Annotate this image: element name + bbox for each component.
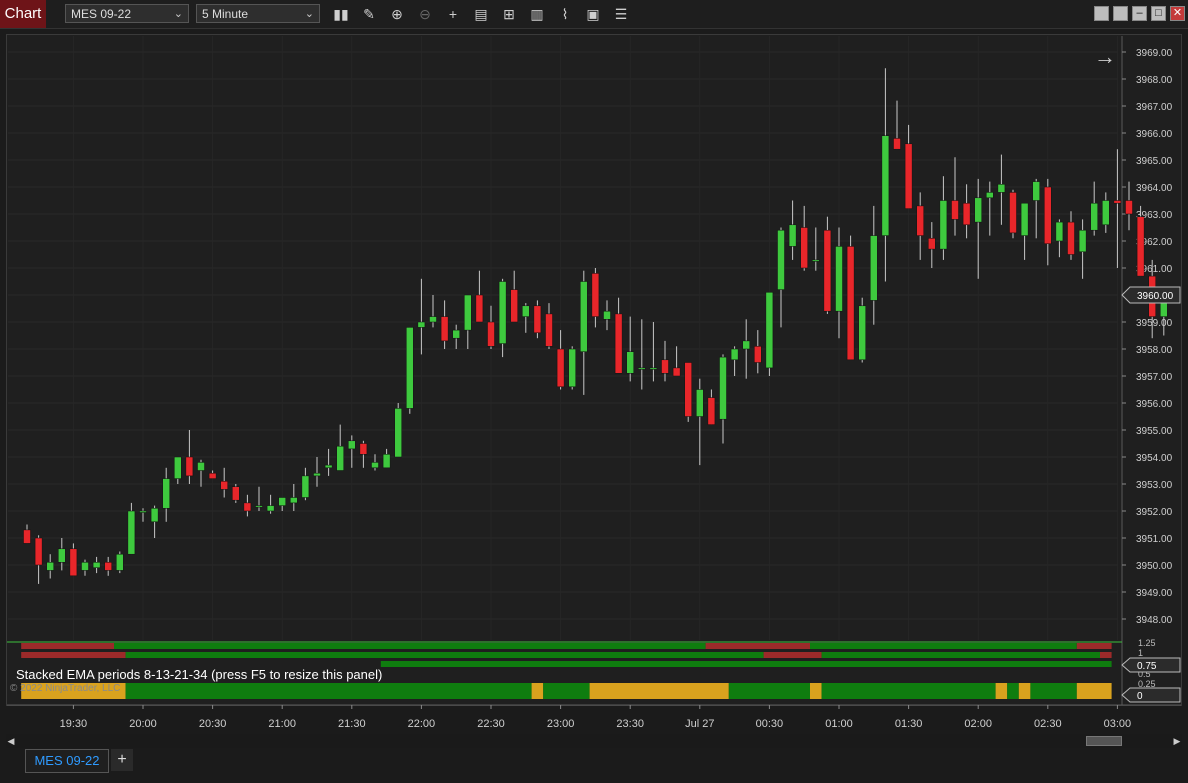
chart-panel[interactable] — [6, 34, 1182, 706]
restore-icon[interactable] — [1094, 6, 1109, 21]
list-icon[interactable]: ☰ — [612, 5, 630, 23]
indicator-title: Stacked EMA periods 8-13-21-34 (press F5… — [16, 667, 383, 682]
bars-type-icon[interactable]: ▮▮ — [332, 5, 350, 23]
crosshair-icon[interactable]: + — [444, 5, 462, 23]
time-tick-label: 21:00 — [268, 718, 296, 730]
arrow-right-icon[interactable]: → — [1094, 44, 1116, 70]
strategies-icon[interactable]: ▥ — [528, 5, 546, 23]
close-icon[interactable]: ✕ — [1170, 6, 1185, 21]
chevron-down-icon: ⌄ — [304, 8, 314, 20]
time-tick-label: 19:30 — [60, 718, 88, 730]
indicators-icon[interactable]: ⌇ — [556, 5, 574, 23]
time-tick-label: 01:00 — [825, 718, 853, 730]
instrument-dropdown[interactable]: MES 09-22 ⌄ — [65, 4, 189, 23]
time-tick-label: Jul 27 — [685, 718, 714, 730]
properties-icon[interactable]: ▣ — [584, 5, 602, 23]
chevron-down-icon: ⌄ — [173, 8, 183, 20]
time-tick-label: 03:00 — [1104, 718, 1132, 730]
scroll-right-icon[interactable]: ▶ — [1172, 734, 1182, 748]
scrollbar-thumb[interactable] — [1086, 736, 1122, 746]
time-tick-label: 20:30 — [199, 718, 227, 730]
time-tick-label: 20:00 — [129, 718, 157, 730]
instrument-value: MES 09-22 — [71, 7, 132, 21]
app-title: Chart — [0, 0, 46, 28]
interval-value: 5 Minute — [202, 7, 249, 21]
time-tick-label: 02:00 — [964, 718, 992, 730]
interval-dropdown[interactable]: 5 Minute ⌄ — [196, 4, 320, 23]
tab-bar — [0, 748, 1188, 783]
maximize-icon[interactable]: □ — [1151, 6, 1166, 21]
data-box-icon[interactable]: ▤ — [472, 5, 490, 23]
time-tick-label: 02:30 — [1034, 718, 1062, 730]
time-tick-label: 23:00 — [547, 718, 575, 730]
time-tick-label: 00:30 — [756, 718, 784, 730]
zoom-out-icon[interactable]: ⊖ — [416, 5, 434, 23]
horizontal-scrollbar[interactable] — [6, 734, 1182, 748]
minimize-icon[interactable]: – — [1132, 6, 1147, 21]
tab-mes-09-22[interactable]: MES 09-22 — [25, 749, 109, 773]
time-tick-label: 23:30 — [616, 718, 644, 730]
copyright-label: © 2022 NinjaTrader, LLC — [10, 683, 121, 694]
time-tick-label: 01:30 — [895, 718, 923, 730]
pencil-draw-icon[interactable]: ✎ — [360, 5, 378, 23]
time-tick-label: 21:30 — [338, 718, 366, 730]
templates-icon[interactable]: ⊞ — [500, 5, 518, 23]
zoom-in-icon[interactable]: ⊕ — [388, 5, 406, 23]
time-tick-label: 22:00 — [408, 718, 436, 730]
restore-icon[interactable] — [1113, 6, 1128, 21]
time-tick-label: 22:30 — [477, 718, 505, 730]
add-tab-button[interactable]: + — [111, 749, 133, 771]
scroll-left-icon[interactable]: ◀ — [6, 734, 16, 748]
